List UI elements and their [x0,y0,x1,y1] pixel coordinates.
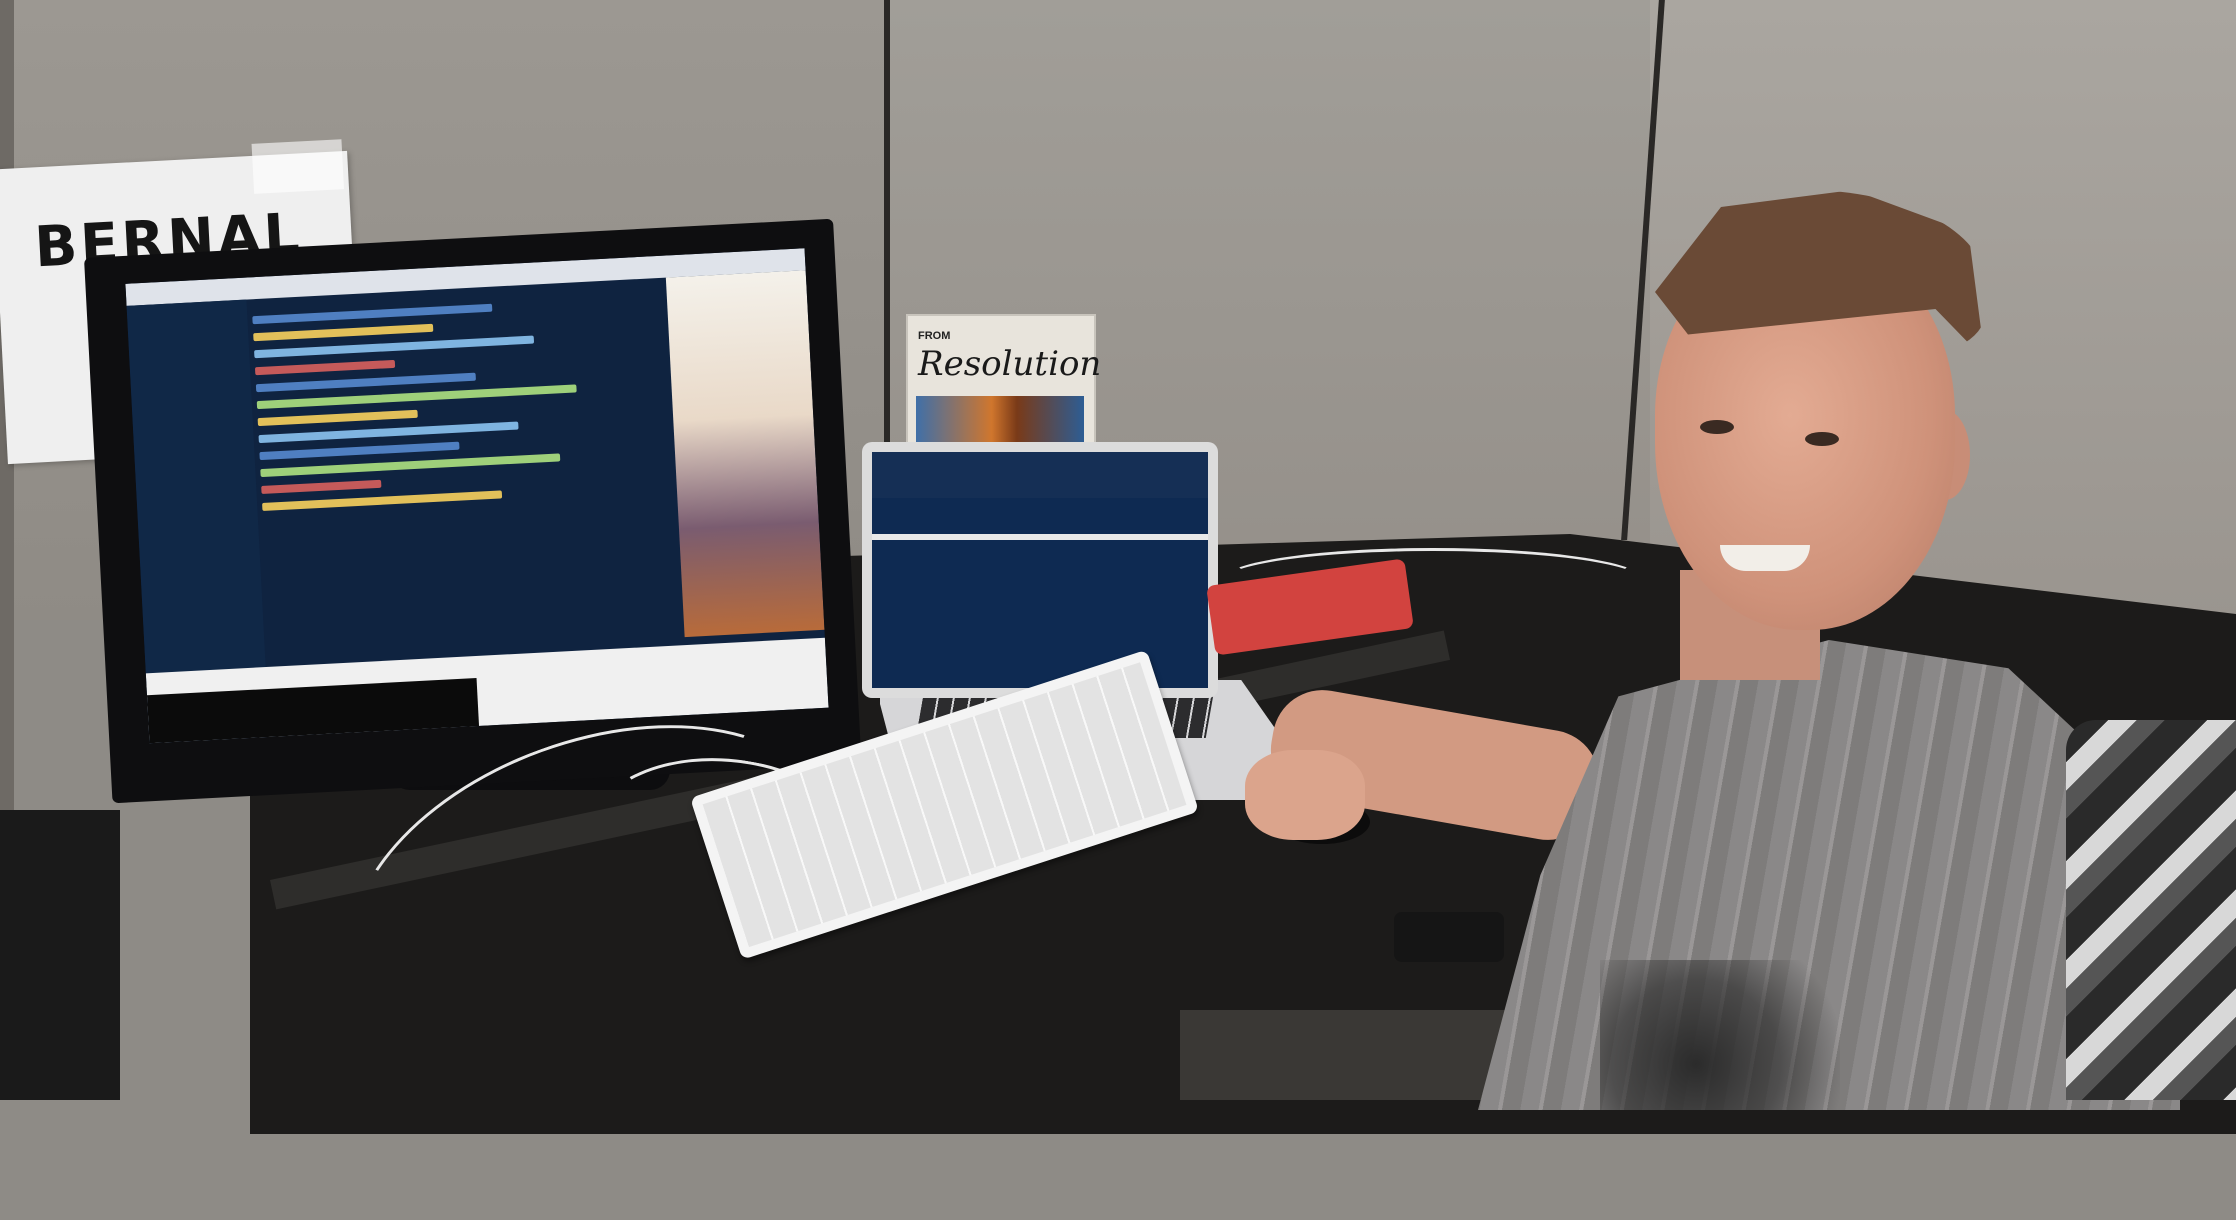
office-chair [2066,720,2236,1100]
code-line [262,490,503,512]
person-eye [1805,432,1839,446]
book-poster: FROM Resolution [906,314,1101,458]
tape [251,139,345,194]
code-line [254,359,396,376]
person-smile [1720,545,1810,571]
shirt-print [1600,960,1840,1110]
office-photo: BERNAL FROM Resolution [0,0,2236,1134]
code-line [253,323,434,342]
cabinet [0,810,120,1100]
code-line [259,441,460,461]
laptop-status-bar [872,534,1208,540]
person-eye [1700,420,1734,434]
code-line [255,372,476,393]
laptop-editor-pane [872,452,1208,498]
laptop-display [872,452,1208,688]
editor-code-area [252,286,670,666]
code-line [258,421,519,444]
monitor-screen [125,248,829,744]
laptop-screen [862,442,1218,698]
external-monitor [84,218,862,804]
chair-armrest [1394,912,1504,962]
desktop-wallpaper [665,270,825,638]
striped-shirt [1478,640,2180,1110]
poster-small-text: FROM [918,330,951,342]
poster-title: Resolution [918,344,1102,384]
code-line [252,303,493,325]
code-line [261,479,382,495]
person-hand [1245,750,1365,840]
code-line [257,409,418,427]
